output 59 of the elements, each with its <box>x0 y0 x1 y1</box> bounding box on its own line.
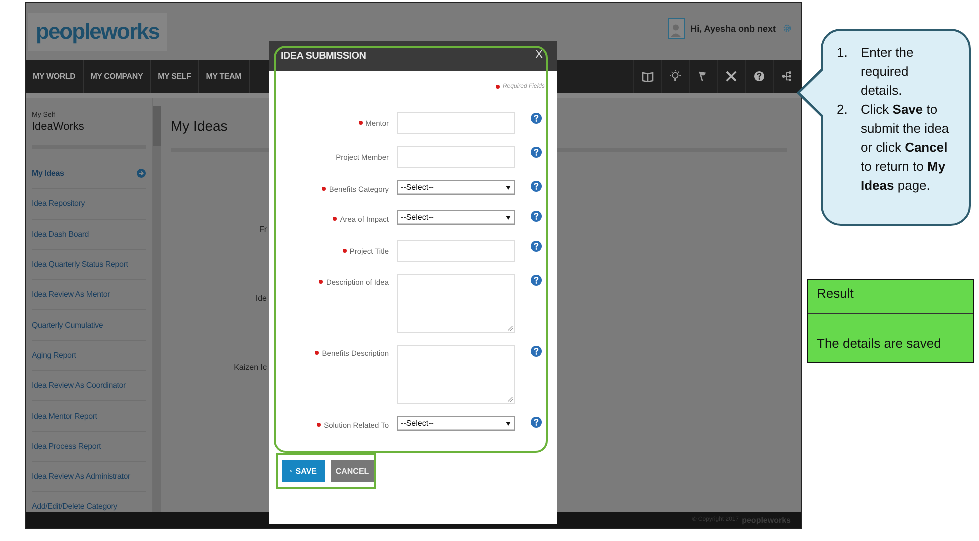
sidebar-item[interactable]: Idea Process Report <box>32 432 146 462</box>
arrow-icon <box>137 169 146 178</box>
collapse-handle[interactable] <box>153 106 161 146</box>
sidebar-item[interactable]: Idea Review As Administrator <box>32 462 146 492</box>
select-dropdown[interactable]: --Select-- <box>397 210 515 225</box>
result-heading: Result <box>808 280 973 314</box>
dialog-title: IDEA SUBMISSION <box>281 50 366 62</box>
resize-grip-icon[interactable] <box>508 326 513 331</box>
book-icon[interactable] <box>642 72 654 82</box>
help-icon[interactable] <box>531 275 542 286</box>
instruction-step: Click Save to submit the idea or click Cancel to return to My Ideas page. <box>861 100 951 195</box>
help-icon[interactable] <box>531 181 542 192</box>
sidebar-item[interactable]: Aging Report <box>32 340 146 372</box>
form-label: Kaizen Ic <box>234 363 267 374</box>
user-greeting: Hi, Ayesha onb next <box>690 24 776 34</box>
input-field[interactable] <box>397 146 515 168</box>
lightbulb-icon[interactable] <box>670 70 681 83</box>
sidebar-item[interactable]: Idea Dash Board <box>32 220 146 250</box>
nav-tab[interactable]: MY COMPANY <box>84 60 152 93</box>
instruction-step: Enter the required details. <box>861 43 951 100</box>
nav-tab[interactable]: MY TEAM <box>199 60 250 93</box>
caret-icon <box>506 186 511 190</box>
help-icon[interactable] <box>531 417 542 428</box>
sidebar-item[interactable]: Idea Repository <box>32 189 146 220</box>
help-icon[interactable] <box>531 113 542 124</box>
sidebar-item[interactable]: My Ideas <box>32 159 146 190</box>
nav-tab[interactable]: MY SELF <box>151 60 200 93</box>
sidebar-item[interactable]: Idea Review As Coordinator <box>32 371 146 402</box>
select-dropdown[interactable]: --Select-- <box>397 180 515 195</box>
resize-grip-icon[interactable] <box>508 397 513 402</box>
nav-tab[interactable]: MY WORLD <box>26 60 84 93</box>
input-field[interactable] <box>397 240 515 262</box>
sidebar-item[interactable]: Idea Mentor Report <box>32 401 146 432</box>
logo: peopleworks <box>28 12 168 50</box>
caret-icon <box>506 216 511 220</box>
share-icon[interactable] <box>782 71 793 82</box>
select-dropdown[interactable]: --Select-- <box>397 416 515 431</box>
page-title: My Ideas <box>171 118 228 134</box>
step-number: 2. <box>837 101 849 119</box>
form-label: Ide <box>256 294 267 305</box>
help-icon[interactable] <box>531 346 542 357</box>
flag-icon[interactable] <box>698 71 709 82</box>
caret-icon <box>506 422 511 426</box>
sidebar-item[interactable]: Idea Quarterly Status Report <box>32 250 146 280</box>
required-marker <box>496 85 500 89</box>
cancel-button[interactable]: CANCEL <box>331 460 374 482</box>
result-text: The details are saved <box>816 335 942 351</box>
input-field[interactable] <box>397 112 515 134</box>
sidebar-item[interactable]: Idea Review As Mentor <box>32 280 146 310</box>
sidebar-item[interactable]: Quarterly Cumulative <box>32 310 146 341</box>
help-icon[interactable] <box>754 71 765 82</box>
help-icon[interactable] <box>531 241 542 252</box>
close-button[interactable]: X <box>536 49 543 61</box>
form-label: Fr <box>259 225 267 236</box>
help-icon[interactable] <box>531 147 542 158</box>
save-button[interactable]: SAVE <box>282 460 325 482</box>
help-icon[interactable] <box>531 211 542 222</box>
section-title: IdeaWorks <box>32 121 86 133</box>
step-number: 1. <box>837 44 849 62</box>
